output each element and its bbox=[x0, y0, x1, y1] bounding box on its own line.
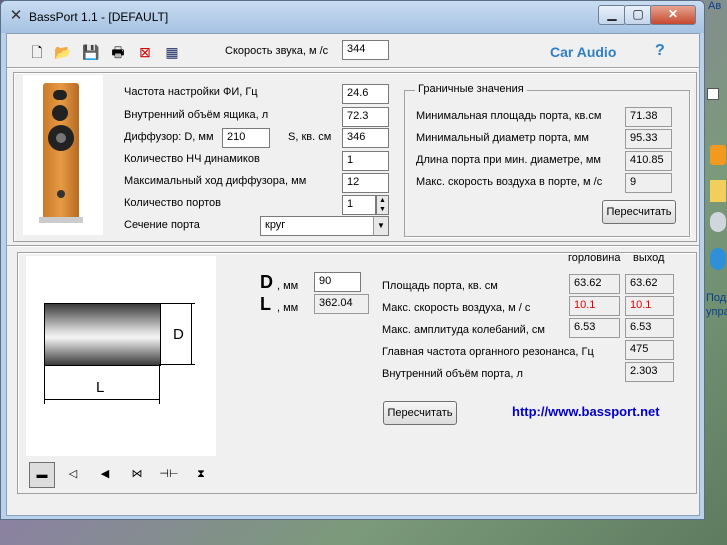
len-value: 410.85 bbox=[625, 151, 672, 171]
window-title: BassPort 1.1 - [DEFAULT] bbox=[29, 10, 169, 24]
title-bar[interactable]: ✕ BassPort 1.1 - [DEFAULT] ▁ ▢ ✕ bbox=[1, 1, 704, 33]
tuning-input[interactable]: 24.6 bbox=[342, 84, 389, 104]
sound-speed-label: Скорость звука, м /с bbox=[225, 45, 329, 57]
l-letter: L bbox=[260, 294, 271, 314]
tube-straight-icon[interactable]: ▬ bbox=[29, 462, 55, 488]
ports-spinner[interactable]: ▲ ▼ bbox=[376, 195, 389, 215]
section-label: Сечение порта bbox=[124, 219, 200, 231]
tube-flare-icon[interactable]: ◀ bbox=[93, 462, 117, 486]
airspeed-label: Макс. скорость воздуха, м / с bbox=[382, 302, 531, 314]
globe-icon[interactable] bbox=[710, 248, 726, 270]
amp-exit-value: 6.53 bbox=[625, 318, 674, 338]
tube-double-cone-icon[interactable]: ⋈ bbox=[125, 462, 149, 486]
desktop-checkbox[interactable] bbox=[707, 88, 719, 100]
folder-icon[interactable] bbox=[710, 180, 726, 202]
limits-recalc-button[interactable]: Пересчитать bbox=[602, 200, 676, 224]
delete-icon[interactable]: ⊠ bbox=[135, 42, 155, 62]
speaker-image bbox=[23, 75, 103, 235]
diagram-l-label: L bbox=[96, 379, 105, 396]
desktop-link-2[interactable]: упра bbox=[706, 306, 727, 318]
desktop-link-1[interactable]: Под bbox=[706, 292, 726, 304]
amp-throat-value: 6.53 bbox=[569, 318, 620, 338]
chevron-down-icon[interactable]: ▼ bbox=[373, 217, 388, 235]
l-unit: , мм bbox=[277, 302, 299, 314]
col-throat-header: горловина bbox=[568, 252, 621, 264]
min-diam-label: Минимальный диаметр порта, мм bbox=[416, 132, 589, 144]
print-icon[interactable]: 🖶 bbox=[108, 42, 128, 62]
drivers-input[interactable]: 1 bbox=[342, 151, 389, 171]
calculator-icon[interactable]: ▦ bbox=[162, 42, 182, 62]
open-folder-icon[interactable]: 📂 bbox=[53, 42, 73, 62]
brand-label: Car Audio bbox=[550, 44, 617, 60]
air-label: Макс. скорость воздуха в порте, м /с bbox=[416, 176, 603, 188]
volume-label: Внутренний объём ящика, л bbox=[124, 109, 269, 121]
xmax-label: Максимальный ход диффузора, мм bbox=[124, 175, 307, 187]
area-exit-value: 63.62 bbox=[625, 274, 674, 294]
port-diagram: D L bbox=[26, 256, 216, 456]
toolbar-separator bbox=[7, 67, 699, 69]
close-button[interactable]: ✕ bbox=[650, 5, 696, 25]
amp-label: Макс. амплитуда колебаний, см bbox=[382, 324, 545, 336]
sound-speed-input[interactable]: 344 bbox=[342, 40, 389, 60]
new-file-icon[interactable]: 🗋 bbox=[27, 42, 47, 62]
diffuser-label: Диффузор: D, мм bbox=[124, 131, 214, 143]
s-label: S, кв. см bbox=[288, 131, 332, 143]
section-separator bbox=[7, 245, 699, 247]
port-vol-value: 2.303 bbox=[625, 362, 674, 382]
ports-input[interactable]: 1 bbox=[342, 195, 376, 215]
col-exit-header: выход bbox=[633, 252, 665, 264]
volume-input[interactable]: 72.3 bbox=[342, 107, 389, 127]
s-input[interactable]: 346 bbox=[342, 128, 389, 148]
tube-hourglass-icon[interactable]: ⧗ bbox=[189, 462, 213, 486]
port-recalc-button[interactable]: Пересчитать bbox=[383, 401, 457, 425]
air-value: 9 bbox=[625, 173, 672, 193]
webcam-icon[interactable] bbox=[710, 212, 726, 232]
tube-bell-icon[interactable]: ⊣⊢ bbox=[157, 462, 181, 486]
d-unit: , мм bbox=[277, 280, 299, 292]
save-icon[interactable]: 💾 bbox=[81, 42, 101, 62]
min-area-value: 71.38 bbox=[625, 107, 672, 127]
ports-label: Количество портов bbox=[124, 197, 221, 209]
port-d-input[interactable]: 90 bbox=[314, 272, 361, 292]
organ-label: Главная частота органного резонанса, Гц bbox=[382, 346, 594, 358]
limits-title: Граничные значения bbox=[415, 83, 527, 95]
min-diam-value: 95.33 bbox=[625, 129, 672, 149]
d-letter: D bbox=[260, 272, 273, 292]
min-area-label: Минимальная площадь порта, кв.см bbox=[416, 110, 602, 122]
tools-icon: ✕ bbox=[9, 7, 23, 24]
media-icon[interactable] bbox=[710, 145, 726, 165]
port-vol-label: Внутренний объём порта, л bbox=[382, 368, 523, 380]
help-icon[interactable]: ? bbox=[655, 42, 665, 60]
area-label: Площадь порта, кв. см bbox=[382, 280, 498, 292]
airspeed-exit-value: 10.1 bbox=[625, 296, 674, 316]
drivers-label: Количество НЧ динамиков bbox=[124, 153, 260, 165]
diffuser-d-input[interactable]: 210 bbox=[222, 128, 270, 148]
minimize-button[interactable]: ▁ bbox=[598, 5, 626, 25]
website-link[interactable]: http://www.bassport.net bbox=[512, 404, 660, 419]
section-select-value: круг bbox=[265, 219, 286, 231]
area-throat-value: 63.62 bbox=[569, 274, 620, 294]
app-window: ✕ BassPort 1.1 - [DEFAULT] ▁ ▢ ✕ 🗋 📂 💾 🖶… bbox=[0, 0, 705, 520]
len-label: Длина порта при мин. диаметре, мм bbox=[416, 154, 601, 166]
organ-value: 475 bbox=[625, 340, 674, 360]
tuning-label: Частота настройки ФИ, Гц bbox=[124, 86, 258, 98]
section-select[interactable]: круг ▼ bbox=[260, 216, 389, 236]
diagram-d-label: D bbox=[173, 326, 184, 343]
port-tube-shape bbox=[44, 303, 161, 366]
airspeed-throat-value: 10.1 bbox=[569, 296, 620, 316]
port-l-value: 362.04 bbox=[314, 294, 369, 314]
tube-cone-icon[interactable]: ◁ bbox=[61, 462, 85, 486]
desktop-fragment: Ав bbox=[708, 0, 722, 12]
xmax-input[interactable]: 12 bbox=[342, 173, 389, 193]
client-area: 🗋 📂 💾 🖶 ⊠ ▦ Скорость звука, м /с 344 Car… bbox=[6, 33, 700, 516]
maximize-button[interactable]: ▢ bbox=[624, 5, 652, 25]
